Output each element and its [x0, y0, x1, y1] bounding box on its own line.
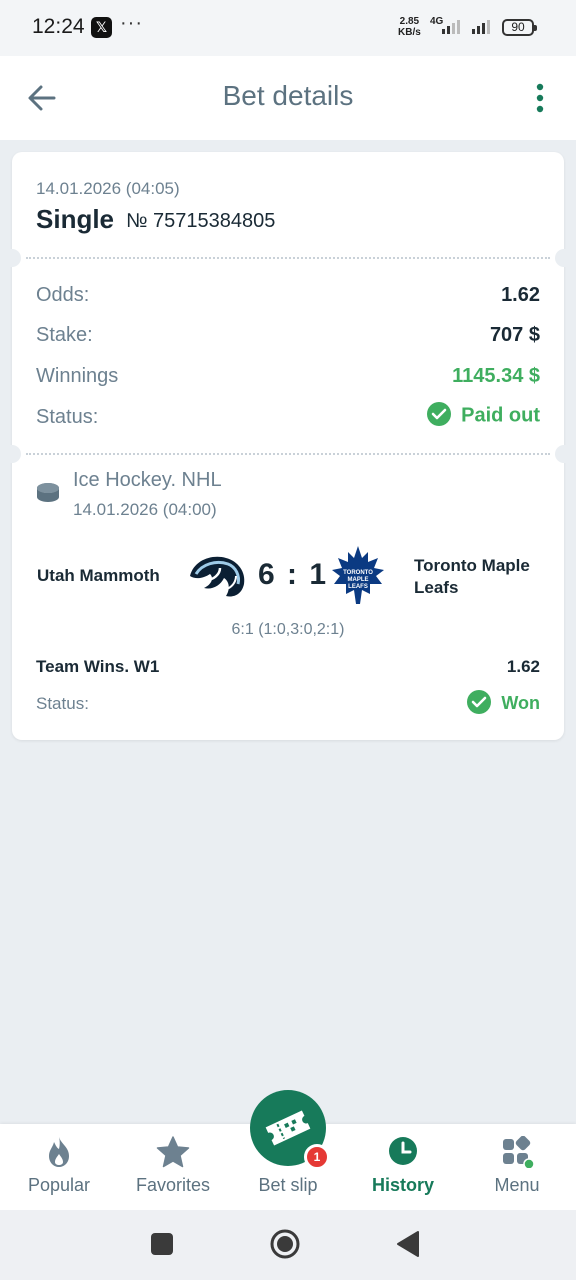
clock-icon	[389, 1137, 417, 1165]
battery-level: 90	[511, 20, 525, 34]
market-odds: 1.62	[506, 657, 540, 676]
card-divider	[26, 257, 550, 259]
team1-name: Utah Mammoth	[37, 566, 160, 585]
signal-icon-2	[472, 20, 490, 34]
nav-popular[interactable]: Popular	[4, 1124, 114, 1210]
event-status-label: Status:	[36, 694, 89, 713]
check-circle-icon	[427, 402, 452, 426]
status-time: 12:24	[32, 15, 85, 38]
period-scores: 6:1 (1:0,3:0,2:1)	[231, 621, 345, 638]
system-navigation-bar	[0, 1210, 576, 1280]
x-app-icon: 𝕏	[91, 17, 112, 38]
event-date: 14.01.2026 (04:00)	[73, 500, 217, 519]
network-speed-unit: KB/s	[398, 27, 421, 38]
bet-type: Single	[36, 204, 115, 234]
grid-icon	[503, 1136, 534, 1168]
winnings-value: 1145.34 $	[452, 365, 540, 387]
nav-popular-label: Popular	[27, 1175, 91, 1195]
page-title: Bet details	[222, 80, 354, 111]
app-header: Bet details	[0, 56, 576, 140]
stake-value: 707 $	[489, 324, 540, 346]
winnings-label: Winnings	[36, 365, 119, 387]
event-status-row: Won	[467, 690, 540, 716]
nav-favorites-label: Favorites	[135, 1175, 211, 1195]
hockey-puck-icon	[37, 483, 59, 502]
svg-text:TORONTO: TORONTO	[343, 570, 373, 576]
status-bar: 12:24 𝕏 ··· 2.85 KB/s 4G 90	[0, 0, 576, 56]
battery-icon: 90	[502, 19, 537, 36]
card-notch-right-2	[555, 445, 573, 463]
network-speed: 2.85 KB/s	[398, 16, 421, 38]
check-circle-icon	[467, 690, 492, 714]
signal-icon	[442, 20, 460, 34]
team2-name: Toronto Maple Leafs	[414, 556, 530, 597]
bet-date: 14.01.2026 (04:05)	[36, 179, 180, 198]
bet-card: 14.01.2026 (04:05) Single № 75715384805 …	[3, 152, 573, 740]
nav-history-label: History	[371, 1175, 434, 1195]
recent-apps-icon[interactable]	[150, 1232, 174, 1256]
network-speed-value: 2.85	[399, 16, 420, 27]
more-notifications-icon: ···	[120, 12, 143, 34]
event-status-value: Won	[501, 692, 540, 713]
nav-menu[interactable]: Menu	[462, 1124, 572, 1210]
bet-slip-badge: 1	[304, 1144, 330, 1170]
toronto-maple-leafs-logo-icon: TORONTO MAPLE LEAFS	[332, 546, 384, 604]
home-icon[interactable]	[269, 1228, 301, 1260]
status-value-row: Paid out	[427, 402, 540, 428]
more-vertical-icon[interactable]	[528, 82, 552, 114]
match-score: 6 : 1	[258, 558, 329, 591]
flame-icon	[49, 1137, 69, 1167]
odds-value: 1.62	[501, 284, 540, 306]
card-notch-right	[555, 249, 573, 267]
nav-menu-label: Menu	[494, 1175, 540, 1195]
nav-history[interactable]: History	[348, 1124, 458, 1210]
svg-text:MAPLE: MAPLE	[348, 577, 369, 583]
status-label: Status:	[36, 406, 99, 428]
stake-label: Stake:	[36, 324, 93, 346]
nav-bet-slip-label: Bet slip	[258, 1175, 318, 1195]
card-divider-2	[26, 453, 550, 455]
card-notch-left-2	[3, 445, 21, 463]
back-icon[interactable]	[396, 1230, 420, 1258]
svg-text:LEAFS: LEAFS	[348, 584, 368, 590]
utah-mammoth-logo-icon	[190, 556, 245, 597]
nav-favorites[interactable]: Favorites	[118, 1124, 228, 1210]
odds-label: Odds:	[36, 284, 90, 306]
star-icon	[156, 1136, 190, 1168]
card-notch-left	[3, 249, 21, 267]
bet-number: № 75715384805	[126, 210, 276, 232]
league-name: Ice Hockey. NHL	[73, 469, 222, 491]
market-name: Team Wins. W1	[36, 657, 160, 676]
status-value: Paid out	[461, 404, 540, 427]
